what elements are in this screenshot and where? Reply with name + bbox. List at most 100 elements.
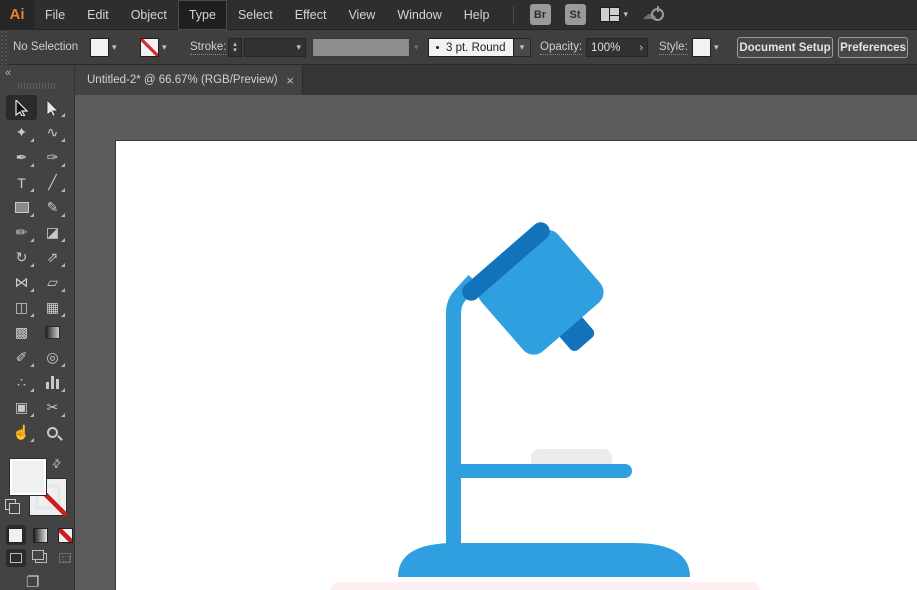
none-button[interactable] — [55, 525, 75, 545]
panel-grip[interactable] — [18, 83, 56, 89]
brush-chevron-button[interactable]: ▾ — [514, 38, 531, 57]
width-tool[interactable]: ⋈ — [6, 270, 37, 295]
stroke-weight-stepper[interactable]: ▴ ▾ — [228, 38, 242, 57]
scale-icon: ⇗ — [46, 249, 59, 265]
scale-tool[interactable]: ⇗ — [37, 245, 68, 270]
selection-arrow-icon — [15, 99, 28, 116]
fill-proxy-swatch[interactable] — [9, 458, 47, 496]
menu-effect[interactable]: Effect — [284, 0, 338, 30]
lamp-base[interactable] — [398, 543, 690, 577]
eraser-tool[interactable]: ◪ — [37, 220, 68, 245]
canvas-area[interactable] — [75, 95, 917, 590]
paintbrush-icon: ✎ — [46, 199, 59, 215]
pen-tool[interactable]: ✒ — [6, 145, 37, 170]
lamp-arm[interactable] — [446, 464, 632, 478]
brush-name: 3 pt. Round — [446, 41, 506, 54]
selection-tool[interactable] — [6, 95, 37, 120]
menu-help[interactable]: Help — [453, 0, 501, 30]
direct-selection-tool[interactable] — [37, 95, 68, 120]
blend-tool[interactable]: ◎ — [37, 345, 68, 370]
type-tool[interactable]: T — [6, 170, 37, 195]
column-graph-tool[interactable] — [37, 370, 68, 395]
artboard-tool[interactable]: ▣ — [6, 395, 37, 420]
perspective-grid-tool[interactable]: ▦ — [37, 295, 68, 320]
menu-object[interactable]: Object — [120, 0, 178, 30]
gradient-button[interactable] — [31, 525, 51, 545]
stock-icon[interactable]: St — [564, 4, 586, 25]
opacity-label[interactable]: Opacity: — [540, 41, 583, 55]
sync-power-icon[interactable]: ☁ — [642, 5, 665, 25]
stepper-down-icon[interactable]: ▾ — [233, 47, 237, 54]
ground-strip[interactable] — [330, 582, 760, 590]
chevron-down-icon: ▾ — [296, 42, 301, 52]
curvature-tool[interactable]: ✑ — [37, 145, 68, 170]
shaper-icon: ✏ — [15, 224, 28, 240]
zoom-icon — [47, 427, 58, 438]
paintbrush-tool[interactable]: ✎ — [37, 195, 68, 220]
bridge-icon[interactable]: Br — [529, 4, 551, 25]
lasso-tool[interactable]: ∿ — [37, 120, 68, 145]
stroke-weight-dropdown[interactable]: ▾ — [244, 38, 306, 57]
menu-select[interactable]: Select — [227, 0, 284, 30]
app-logo: Ai — [0, 0, 34, 30]
draw-normal-button[interactable] — [6, 549, 26, 567]
gradient-box-icon — [33, 527, 48, 543]
symbol-sprayer-icon: ∴ — [17, 374, 26, 390]
line-segment-icon: ╱ — [48, 174, 57, 190]
rotate-tool[interactable]: ↻ — [6, 245, 37, 270]
swap-fill-stroke-icon[interactable]: ⇄ — [49, 456, 64, 471]
artboard-icon: ▣ — [14, 399, 29, 415]
zoom-tool[interactable] — [37, 420, 68, 445]
close-icon[interactable]: × — [286, 73, 294, 88]
menu-window[interactable]: Window — [386, 0, 452, 30]
screen-mode-button[interactable]: ❐ — [26, 573, 39, 590]
style-dropdown[interactable]: ▾ — [692, 38, 719, 57]
opacity-value: 100% — [591, 41, 621, 54]
lamp-stem[interactable] — [446, 274, 480, 551]
collapse-panel-icon[interactable]: « — [5, 67, 11, 79]
brush-definition-dropdown[interactable]: 3 pt. Round ▾ — [428, 38, 531, 57]
menu-bar: Ai File Edit Object Type Select Effect V… — [0, 0, 917, 30]
width-profile-dropdown — [312, 38, 410, 57]
rectangle-tool[interactable] — [6, 195, 37, 220]
slice-icon: ✂ — [46, 399, 59, 415]
magic-wand-tool[interactable]: ✦ — [6, 120, 37, 145]
slice-tool[interactable]: ✂ — [37, 395, 68, 420]
menu-type[interactable]: Type — [177, 0, 227, 30]
hand-tool[interactable]: ☝ — [6, 420, 37, 445]
hand-icon: ☝ — [12, 424, 31, 440]
document-tab[interactable]: Untitled-2* @ 66.67% (RGB/Preview) × — [75, 65, 303, 95]
type-icon: T — [17, 174, 26, 191]
gradient-tool[interactable] — [37, 320, 68, 345]
opacity-arrow-icon[interactable]: › — [639, 42, 643, 54]
workspace-switcher[interactable]: ▾ — [599, 7, 628, 22]
style-label[interactable]: Style: — [659, 41, 688, 55]
color-button[interactable] — [6, 525, 26, 545]
preferences-button[interactable]: Preferences — [838, 37, 908, 58]
fill-color-dropdown[interactable]: ▾ — [90, 38, 117, 57]
control-bar-grip[interactable] — [0, 30, 8, 65]
default-fill-stroke-icon[interactable] — [5, 499, 20, 514]
opacity-field[interactable]: 100% › — [586, 38, 648, 57]
lamp-artwork — [330, 222, 760, 590]
stroke-color-dropdown[interactable]: ▾ — [140, 38, 167, 57]
blend-icon: ◎ — [46, 349, 59, 365]
stroke-label[interactable]: Stroke: — [190, 41, 227, 55]
mesh-tool[interactable]: ▩ — [6, 320, 37, 345]
shaper-tool[interactable]: ✏ — [6, 220, 37, 245]
draw-inside-button[interactable] — [55, 549, 75, 567]
menu-view[interactable]: View — [337, 0, 386, 30]
draw-behind-button[interactable] — [31, 549, 51, 567]
selection-status: No Selection — [13, 41, 79, 53]
document-setup-button[interactable]: Document Setup — [737, 37, 833, 58]
shape-builder-tool[interactable]: ◫ — [6, 295, 37, 320]
symbol-sprayer-tool[interactable]: ∴ — [6, 370, 37, 395]
eyedropper-tool[interactable]: ✐ — [6, 345, 37, 370]
tools-panel: « ✦ ∿ ✒ ✑ T ╱ ✎ ✏ ◪ ↻ ⇗ ⋈ ▱ ◫ ▦ ▩ ✐ ◎ ∴ — [0, 65, 75, 590]
document-tab-title: Untitled-2* @ 66.67% (RGB/Preview) — [87, 74, 278, 86]
free-transform-tool[interactable]: ▱ — [37, 270, 68, 295]
line-segment-tool[interactable]: ╱ — [37, 170, 68, 195]
menu-file[interactable]: File — [34, 0, 76, 30]
menu-edit[interactable]: Edit — [76, 0, 120, 30]
none-icon — [57, 527, 73, 543]
